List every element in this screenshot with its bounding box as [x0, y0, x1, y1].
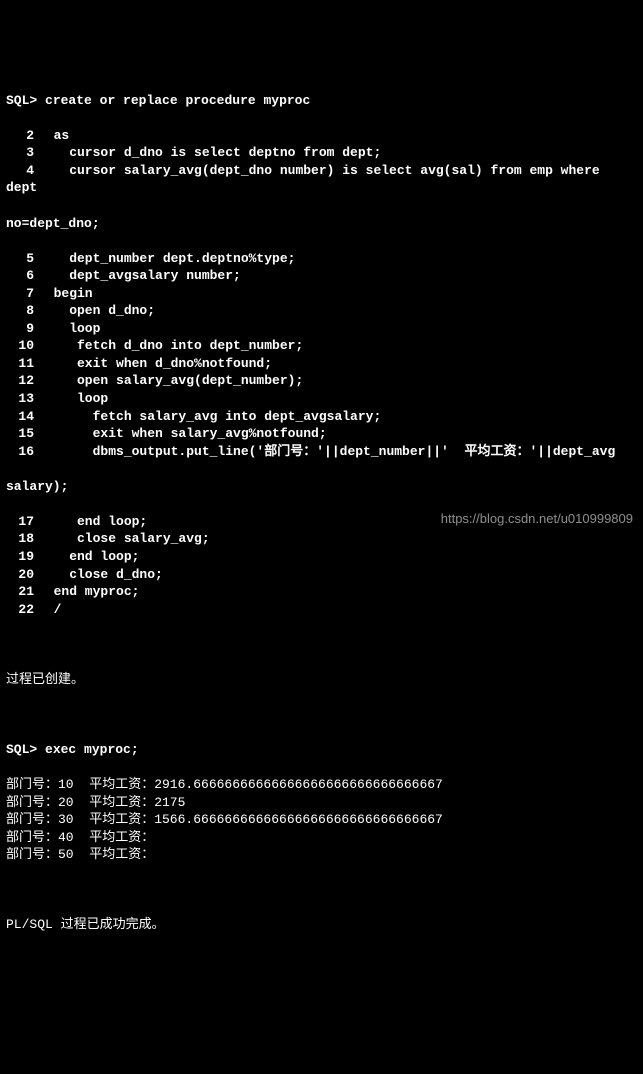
output-line: 部门号：40 平均工资：: [6, 829, 637, 847]
code-line: 16 dbms_output.put_line('部门号：'||dept_num…: [6, 443, 637, 461]
blank-line: [6, 881, 637, 899]
line-number: 15: [6, 425, 34, 443]
line-number: 7: [6, 285, 34, 303]
line-number: 2: [6, 127, 34, 145]
code-line: 19 end loop;: [6, 548, 637, 566]
code-text: dept_number dept.deptno%type;: [38, 251, 295, 266]
create-command: create or replace procedure myproc: [45, 93, 310, 108]
code-block-1: 2 as3 cursor d_dno is select deptno from…: [6, 127, 637, 197]
line-number: 16: [6, 443, 34, 461]
sql-prompt: SQL>: [6, 742, 37, 757]
code-line: 4 cursor salary_avg(dept_dno number) is …: [6, 162, 637, 197]
output-line: 部门号：10 平均工资：2916.66666666666666666666666…: [6, 776, 637, 794]
code-text: begin: [38, 286, 93, 301]
line-number: 20: [6, 566, 34, 584]
code-line: 6 dept_avgsalary number;: [6, 267, 637, 285]
code-line: 2 as: [6, 127, 637, 145]
line-number: 12: [6, 372, 34, 390]
line-number: 4: [6, 162, 34, 180]
line-number: 8: [6, 302, 34, 320]
code-text: fetch salary_avg into dept_avgsalary;: [38, 409, 381, 424]
code-block-3: 17 end loop;18 close salary_avg;19 end l…: [6, 513, 637, 618]
line-number: 13: [6, 390, 34, 408]
sql-prompt: SQL>: [6, 93, 37, 108]
code-line: 11 exit when d_dno%notfound;: [6, 355, 637, 373]
code-line: 7 begin: [6, 285, 637, 303]
watermark: https://blog.csdn.net/u010999809: [441, 510, 633, 528]
blank-line: [6, 706, 637, 724]
code-text: end myproc;: [38, 584, 139, 599]
code-block-2: 5 dept_number dept.deptno%type;6 dept_av…: [6, 250, 637, 461]
code-text: open salary_avg(dept_number);: [38, 373, 303, 388]
line-number: 9: [6, 320, 34, 338]
code-text: cursor salary_avg(dept_dno number) is se…: [6, 163, 608, 196]
code-text: open d_dno;: [38, 303, 155, 318]
code-text: exit when salary_avg%notfound;: [38, 426, 327, 441]
code-text: fetch d_dno into dept_number;: [38, 338, 303, 353]
line-number: 21: [6, 583, 34, 601]
code-line: 21 end myproc;: [6, 583, 637, 601]
code-text: /: [38, 602, 61, 617]
line-number: 6: [6, 267, 34, 285]
line-number: 11: [6, 355, 34, 373]
command-text: [37, 93, 45, 108]
line-number: 22: [6, 601, 34, 619]
line-number: 14: [6, 408, 34, 426]
line-number: 5: [6, 250, 34, 268]
code-line: 5 dept_number dept.deptno%type;: [6, 250, 637, 268]
line-number: 3: [6, 144, 34, 162]
line-number: 18: [6, 530, 34, 548]
code-text: end loop;: [38, 514, 147, 529]
code-text: end loop;: [38, 549, 139, 564]
code-line: 15 exit when salary_avg%notfound;: [6, 425, 637, 443]
code-text: loop: [38, 321, 100, 336]
code-text: close d_dno;: [38, 567, 163, 582]
output-block: 部门号：10 平均工资：2916.66666666666666666666666…: [6, 776, 637, 864]
code-line: 8 open d_dno;: [6, 302, 637, 320]
code-line: 20 close d_dno;: [6, 566, 637, 584]
line-number: 19: [6, 548, 34, 566]
exec-command: exec myproc;: [45, 742, 139, 757]
code-text: cursor d_dno is select deptno from dept;: [38, 145, 381, 160]
code-text: dbms_output.put_line('部门号：'||dept_number…: [38, 444, 615, 459]
output-line: 部门号：20 平均工资：2175: [6, 794, 637, 812]
line-number: 10: [6, 337, 34, 355]
status-created: 过程已创建。: [6, 671, 637, 689]
code-line: 10 fetch d_dno into dept_number;: [6, 337, 637, 355]
code-line: 12 open salary_avg(dept_number);: [6, 372, 637, 390]
code-text: loop: [38, 391, 108, 406]
code-line: 22 /: [6, 601, 637, 619]
code-line: 14 fetch salary_avg into dept_avgsalary;: [6, 408, 637, 426]
code-line: 18 close salary_avg;: [6, 530, 637, 548]
output-line: 部门号：50 平均工资：: [6, 846, 637, 864]
wrapped-line: no=dept_dno;: [6, 215, 637, 233]
code-text: close salary_avg;: [38, 531, 210, 546]
code-text: exit when d_dno%notfound;: [38, 356, 272, 371]
output-line: 部门号：30 平均工资：1566.66666666666666666666666…: [6, 811, 637, 829]
blank-line: [6, 636, 637, 654]
code-text: dept_avgsalary number;: [38, 268, 241, 283]
line-number: 17: [6, 513, 34, 531]
code-line: 3 cursor d_dno is select deptno from dep…: [6, 144, 637, 162]
code-line: 13 loop: [6, 390, 637, 408]
code-line: 9 loop: [6, 320, 637, 338]
status-completed: PL/SQL 过程已成功完成。: [6, 916, 637, 934]
code-text: as: [38, 128, 69, 143]
wrapped-line: salary);: [6, 478, 637, 496]
